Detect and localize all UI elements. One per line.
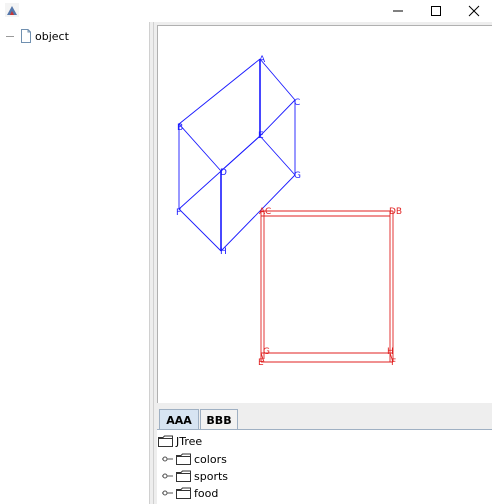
- expand-handle-icon: [162, 473, 173, 479]
- vertex-label: A: [259, 55, 266, 65]
- drawing-canvas[interactable]: A B C E D G F H AC DB G H E F: [157, 25, 492, 403]
- tree-handle-line: [6, 35, 14, 37]
- minimize-icon: [393, 10, 403, 12]
- vertex-label: F: [391, 358, 396, 368]
- tab-label: AAA: [166, 413, 192, 427]
- folder-icon: [176, 453, 191, 465]
- java-app-icon: [5, 3, 19, 17]
- blue-box: [178, 58, 296, 252]
- tree-node-label: object: [35, 29, 69, 43]
- vertex-label: D: [220, 168, 227, 178]
- vertex-label: DB: [389, 207, 402, 217]
- jtree-node-label: food: [194, 486, 219, 500]
- tree-node-object[interactable]: object: [6, 29, 69, 43]
- tab-bbb[interactable]: BBB: [200, 409, 238, 430]
- title-bar: [0, 0, 492, 22]
- vertex-label: H: [220, 247, 227, 257]
- vertex-label: E: [258, 131, 264, 141]
- maximize-icon: [431, 6, 441, 16]
- tab-label: BBB: [206, 413, 232, 427]
- vertex-label: AC: [259, 207, 271, 217]
- close-button[interactable]: [456, 0, 492, 22]
- folder-icon: [176, 470, 191, 482]
- vertex-label: E: [258, 358, 264, 368]
- vertex-label: G: [294, 171, 301, 181]
- minimize-button[interactable]: [380, 0, 416, 22]
- close-icon: [468, 5, 480, 17]
- vertex-label: G: [263, 347, 270, 357]
- folder-icon: [158, 435, 173, 447]
- diagram-svg: A B C E D G F H AC DB G H E F: [176, 55, 402, 368]
- blue-box-front-edges: [220, 59, 261, 251]
- jtree-node-sports[interactable]: sports: [162, 468, 228, 484]
- object-tree-pane: [0, 22, 149, 504]
- vertex-label: C: [294, 98, 300, 108]
- jtree-root[interactable]: JTree: [158, 433, 202, 449]
- red-box: [260, 210, 394, 363]
- tab-bar: AAA BBB: [157, 406, 492, 430]
- jtree-panel: JTree colors sports food: [157, 430, 492, 504]
- vertex-label: H: [387, 347, 394, 357]
- vertex-label: F: [176, 208, 181, 218]
- jtree-root-label: JTree: [176, 434, 203, 448]
- expand-handle-icon: [162, 456, 173, 462]
- expand-handle-icon: [162, 490, 173, 496]
- jtree-node-colors[interactable]: colors: [162, 451, 227, 467]
- document-icon: [21, 29, 31, 43]
- jtree-node-label: sports: [194, 469, 229, 483]
- tab-aaa[interactable]: AAA: [159, 409, 199, 430]
- jtree-node-label: colors: [194, 452, 227, 466]
- jtree-node-food[interactable]: food: [162, 485, 218, 501]
- folder-icon: [176, 487, 191, 499]
- maximize-button[interactable]: [418, 0, 454, 22]
- vertex-label: B: [177, 123, 183, 133]
